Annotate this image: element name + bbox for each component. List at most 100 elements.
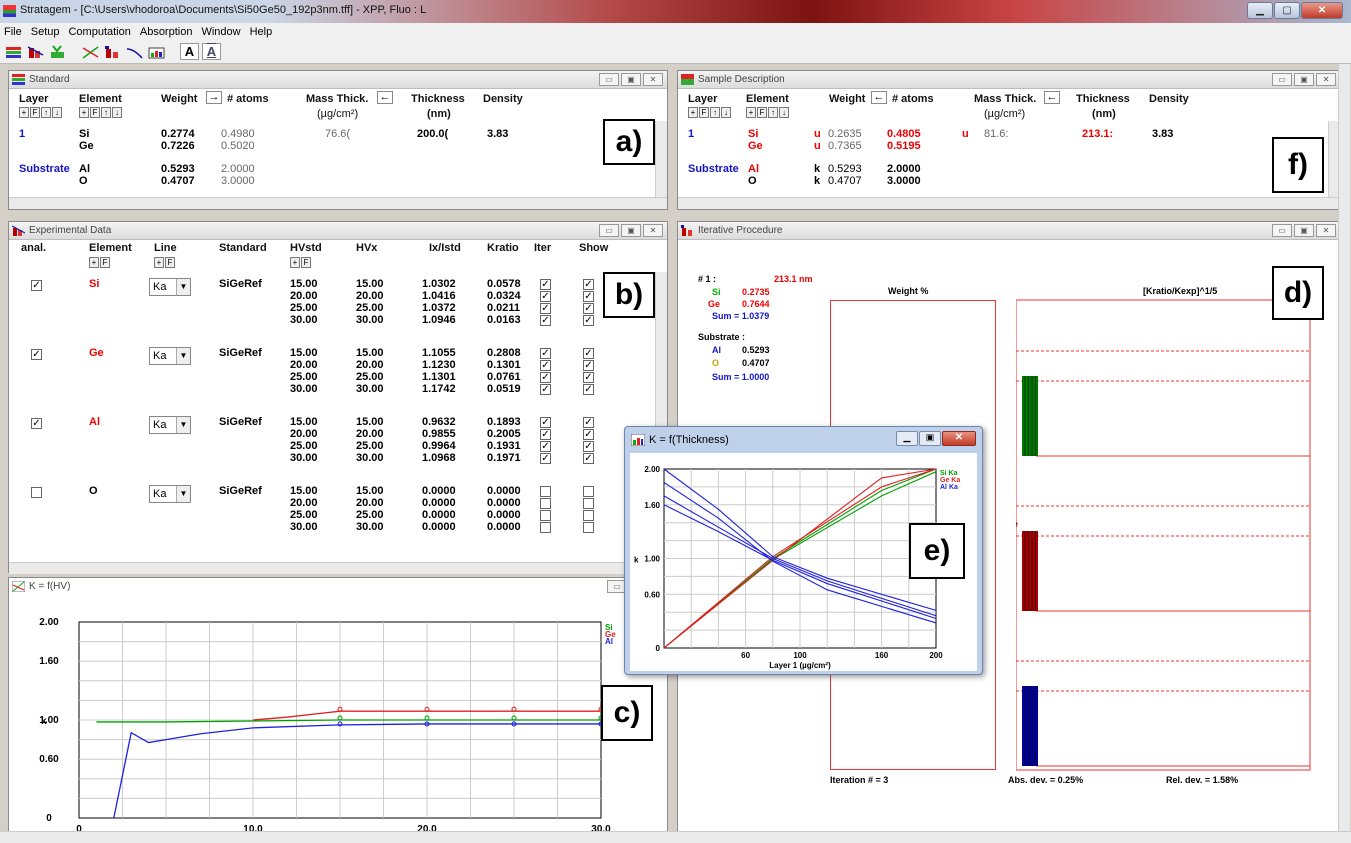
data-cell[interactable]: 20.00 [290,359,318,371]
data-cell[interactable]: 25.00 [356,509,384,521]
menu-window[interactable]: Window [201,26,240,38]
data-cell[interactable]: 0.1971 [487,452,521,464]
restore-button[interactable]: ▣ [621,73,641,86]
atoms-cell[interactable]: 0.4980 [221,128,255,140]
iter-checkbox[interactable]: ✓ [540,315,551,326]
data-cell[interactable]: 25.00 [290,371,318,383]
menu-help[interactable]: Help [250,26,273,38]
main-vertical-scrollbar[interactable] [1338,64,1350,832]
main-horizontal-scrollbar[interactable] [0,831,1351,843]
weight-cell[interactable]: 0.7365 [828,140,862,152]
show-checkbox[interactable]: ✓ [583,360,594,371]
thickness-cell[interactable]: 213.1: [1082,128,1113,140]
data-cell[interactable]: 15.00 [290,416,318,428]
data-cell[interactable]: 20.00 [356,359,384,371]
line-select[interactable]: Ka ▼ [149,485,191,503]
data-cell[interactable]: 0.2005 [487,428,521,440]
element-cell[interactable]: Ge [79,140,94,152]
show-checkbox[interactable]: ✓ [583,291,594,302]
data-cell[interactable]: 30.00 [290,383,318,395]
show-checkbox[interactable]: ✓ [583,453,594,464]
show-checkbox[interactable]: ✓ [583,372,594,383]
atoms-cell[interactable]: 0.5195 [887,140,921,152]
minimize-button[interactable]: ▁ [896,431,918,446]
close-button[interactable]: ✕ [1316,224,1336,237]
data-cell[interactable]: 30.00 [290,521,318,533]
density-cell[interactable]: 3.83 [1152,128,1173,140]
standard-icon[interactable] [4,43,23,60]
anal-checkbox[interactable]: ✓ [31,280,42,291]
close-button[interactable]: ✕ [1301,2,1343,19]
show-checkbox[interactable] [583,510,594,521]
data-cell[interactable]: 15.00 [290,278,318,290]
iter-checkbox[interactable]: ✓ [540,453,551,464]
show-checkbox[interactable]: ✓ [583,384,594,395]
data-cell[interactable]: 30.00 [356,521,384,533]
font-aa-icon[interactable]: A [202,43,221,60]
data-cell[interactable]: 20.00 [290,290,318,302]
kratio-icon[interactable] [81,43,100,60]
weight-cell[interactable]: 0.5293 [828,163,862,175]
thickness-cell[interactable]: 200.0( [417,128,448,140]
iter-checkbox[interactable]: ✓ [540,384,551,395]
data-cell[interactable]: 0.0000 [487,485,521,497]
line-select[interactable]: Ka ▼ [149,347,191,365]
curve-icon[interactable] [125,43,144,60]
close-button[interactable]: ✕ [643,73,663,86]
show-checkbox[interactable]: ✓ [583,315,594,326]
data-cell[interactable]: 15.00 [356,278,384,290]
anal-checkbox[interactable]: ✓ [31,349,42,360]
data-cell[interactable]: 1.0302 [422,278,456,290]
data-cell[interactable]: 15.00 [356,485,384,497]
data-cell[interactable]: 0.0000 [422,521,456,533]
data-cell[interactable]: 0.0000 [487,497,521,509]
layer-id[interactable]: 1 [19,128,25,140]
sample-icon[interactable] [48,43,67,60]
flag-cell[interactable]: k [814,175,820,187]
font-a-icon[interactable]: A [180,43,199,60]
iter-checkbox[interactable]: ✓ [540,441,551,452]
atoms-cell[interactable]: 0.5020 [221,140,255,152]
iter-checkbox[interactable]: ✓ [540,303,551,314]
data-cell[interactable]: 0.0519 [487,383,521,395]
layer-sort-buttons[interactable]: + F ↑ ↓ [19,107,62,118]
data-cell[interactable]: 0.0578 [487,278,521,290]
close-button[interactable]: ✕ [643,224,663,237]
density-cell[interactable]: 3.83 [487,128,508,140]
mass-arrow-icon[interactable]: ← [1044,91,1060,104]
weight-cell[interactable]: 0.4707 [828,175,862,187]
atoms-cell[interactable]: 3.0000 [887,175,921,187]
maximize-button[interactable]: ▢ [1274,2,1300,19]
substrate-label[interactable]: Substrate [688,163,739,175]
atoms-cell[interactable]: 0.4805 [887,128,921,140]
data-cell[interactable]: 1.1742 [422,383,456,395]
iter-checkbox[interactable] [540,522,551,533]
iter-checkbox[interactable]: ✓ [540,291,551,302]
data-cell[interactable]: 0.1893 [487,416,521,428]
data-cell[interactable]: 1.0968 [422,452,456,464]
iter-checkbox[interactable] [540,486,551,497]
mass-cell[interactable]: 76.6( [325,128,350,140]
data-cell[interactable]: 30.00 [356,452,384,464]
show-checkbox[interactable]: ✓ [583,348,594,359]
experimental-icon[interactable] [26,43,45,60]
data-cell[interactable]: 1.0372 [422,302,456,314]
data-cell[interactable]: 1.1301 [422,371,456,383]
data-cell[interactable]: 20.00 [356,428,384,440]
minimize-button[interactable]: ▭ [599,224,619,237]
horizontal-scrollbar[interactable] [678,197,1340,209]
data-cell[interactable]: 25.00 [356,440,384,452]
restore-button[interactable]: ▣ [1294,73,1314,86]
atoms-cell[interactable]: 2.0000 [887,163,921,175]
data-cell[interactable]: 15.00 [356,416,384,428]
element-cell[interactable]: Si [748,128,758,140]
data-cell[interactable]: 30.00 [290,314,318,326]
data-cell[interactable]: 0.0000 [422,485,456,497]
show-checkbox[interactable]: ✓ [583,303,594,314]
data-cell[interactable]: 25.00 [356,371,384,383]
data-cell[interactable]: 0.1301 [487,359,521,371]
data-cell[interactable]: 1.0416 [422,290,456,302]
element-cell[interactable]: Ge [748,140,763,152]
data-cell[interactable]: 0.0000 [422,497,456,509]
iter-checkbox[interactable] [540,498,551,509]
